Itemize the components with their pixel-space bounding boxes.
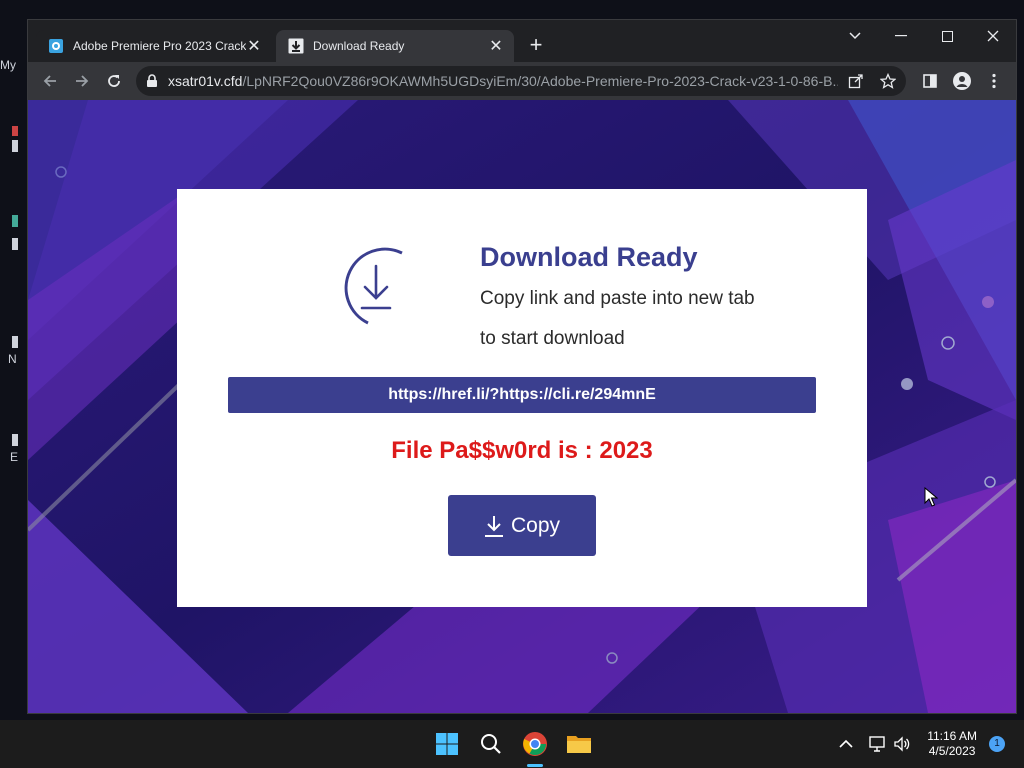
- desktop-icon-6[interactable]: [12, 434, 18, 446]
- page-title: Download Ready: [480, 242, 698, 272]
- search-icon[interactable]: [477, 730, 505, 758]
- menu-kebab-icon[interactable]: [982, 69, 1006, 93]
- desktop-icon-2[interactable]: [12, 140, 18, 152]
- profile-avatar-icon[interactable]: [950, 69, 974, 93]
- instruction-line-2: to start download: [480, 328, 625, 349]
- browser-toolbar: xsatr01v.cfd/LpNRF2Qou0VZ86r9OKAWMh5UGDs…: [28, 62, 1016, 100]
- address-bar[interactable]: xsatr01v.cfd/LpNRF2Qou0VZ86r9OKAWMh5UGDs…: [136, 66, 906, 96]
- download-icon: [288, 38, 304, 54]
- active-app-indicator: [527, 764, 543, 767]
- close-icon[interactable]: ✕: [488, 36, 504, 56]
- tab-strip: Adobe Premiere Pro 2023 Crack ✕ Download…: [28, 20, 1016, 62]
- mouse-cursor-icon: [924, 487, 938, 507]
- download-arrow-icon: [484, 515, 503, 537]
- desktop-label-n: N: [8, 352, 17, 366]
- close-icon[interactable]: ✕: [246, 36, 262, 56]
- close-window-button[interactable]: [970, 20, 1016, 52]
- page-viewport: Download Ready Copy link and paste into …: [28, 100, 1016, 713]
- download-link-field[interactable]: https://href.li/?https://cli.re/294mnE: [228, 377, 816, 413]
- system-clock[interactable]: 11:16 AM 4/5/2023: [927, 729, 977, 759]
- desktop-icon-1[interactable]: [12, 126, 18, 136]
- copy-button[interactable]: Copy: [448, 495, 596, 556]
- tab-title: Download Ready: [313, 39, 405, 53]
- tab-download-ready[interactable]: Download Ready ✕: [276, 30, 514, 62]
- file-explorer-icon[interactable]: [565, 730, 593, 758]
- download-card: Download Ready Copy link and paste into …: [177, 189, 867, 607]
- volume-icon[interactable]: [888, 730, 916, 758]
- chrome-icon[interactable]: [521, 730, 549, 758]
- tab-adobe-premiere[interactable]: Adobe Premiere Pro 2023 Crack ✕: [36, 30, 272, 62]
- notification-badge[interactable]: 1: [989, 736, 1005, 752]
- side-panel-icon[interactable]: [918, 69, 942, 93]
- download-circle-icon: [344, 247, 403, 325]
- forward-icon[interactable]: [70, 69, 94, 93]
- clock-date: 4/5/2023: [928, 744, 976, 758]
- new-tab-button[interactable]: +: [525, 34, 547, 56]
- maximize-button[interactable]: [924, 20, 970, 52]
- show-hidden-icons-chevron-icon[interactable]: [832, 730, 860, 758]
- minimize-button[interactable]: [878, 20, 924, 52]
- tab-search-icon[interactable]: [832, 20, 878, 52]
- copy-button-label: Copy: [510, 513, 561, 537]
- clock-time: 11:16 AM: [927, 729, 977, 743]
- url-path: /LpNRF2Qou0VZ86r9OKAWMh5UGDsyiEm/30/Adob…: [242, 73, 838, 89]
- desktop-icon-4[interactable]: [12, 238, 18, 250]
- bookmark-star-icon[interactable]: [880, 73, 896, 89]
- password-text: File Pa$$w0rd is : 2023: [391, 437, 653, 464]
- taskbar: 11:16 AM 4/5/2023 1: [0, 720, 1024, 768]
- reload-icon[interactable]: [102, 69, 126, 93]
- desktop-label-e: E: [10, 450, 19, 464]
- windows-start-icon[interactable]: [433, 730, 461, 758]
- app-icon: [48, 38, 64, 54]
- desktop-label-my: My: [0, 58, 16, 72]
- lock-icon[interactable]: [146, 74, 158, 88]
- instruction-line-1: Copy link and paste into new tab: [480, 288, 755, 309]
- back-icon[interactable]: [38, 69, 62, 93]
- browser-window: Adobe Premiere Pro 2023 Crack ✕ Download…: [28, 20, 1016, 713]
- tab-title: Adobe Premiere Pro 2023 Crack: [73, 39, 246, 53]
- desktop-icon-3[interactable]: [12, 215, 18, 227]
- desktop-icon-5[interactable]: [12, 336, 18, 348]
- url-host: xsatr01v.cfd: [168, 73, 243, 89]
- share-icon[interactable]: [838, 73, 864, 89]
